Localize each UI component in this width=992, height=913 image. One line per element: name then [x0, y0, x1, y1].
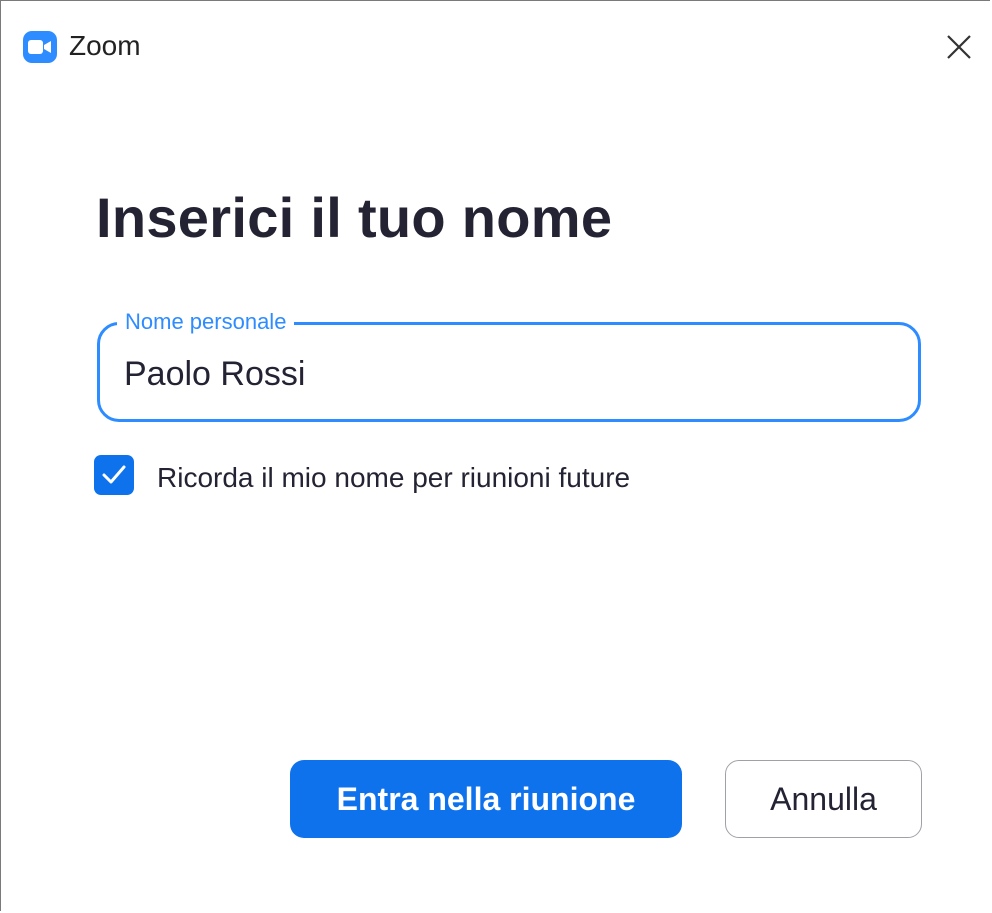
- close-button[interactable]: [931, 21, 987, 71]
- checkmark-icon: [102, 465, 126, 484]
- name-input[interactable]: [124, 351, 884, 397]
- zoom-camera-icon: [23, 31, 57, 63]
- cancel-button[interactable]: Annulla: [725, 760, 922, 838]
- zoom-window: Zoom Inserici il tuo nome Nome personale…: [0, 0, 990, 911]
- join-meeting-button[interactable]: Entra nella riunione: [290, 760, 682, 838]
- dialog-heading: Inserici il tuo nome: [96, 186, 613, 249]
- close-icon: [947, 35, 971, 59]
- remember-name-label[interactable]: Ricorda il mio nome per riunioni future: [157, 461, 630, 495]
- title-bar: Zoom: [1, 1, 991, 71]
- remember-name-checkbox[interactable]: [94, 455, 134, 495]
- name-field[interactable]: Nome personale: [97, 308, 921, 422]
- name-field-label: Nome personale: [117, 308, 295, 336]
- window-title: Zoom: [69, 30, 141, 61]
